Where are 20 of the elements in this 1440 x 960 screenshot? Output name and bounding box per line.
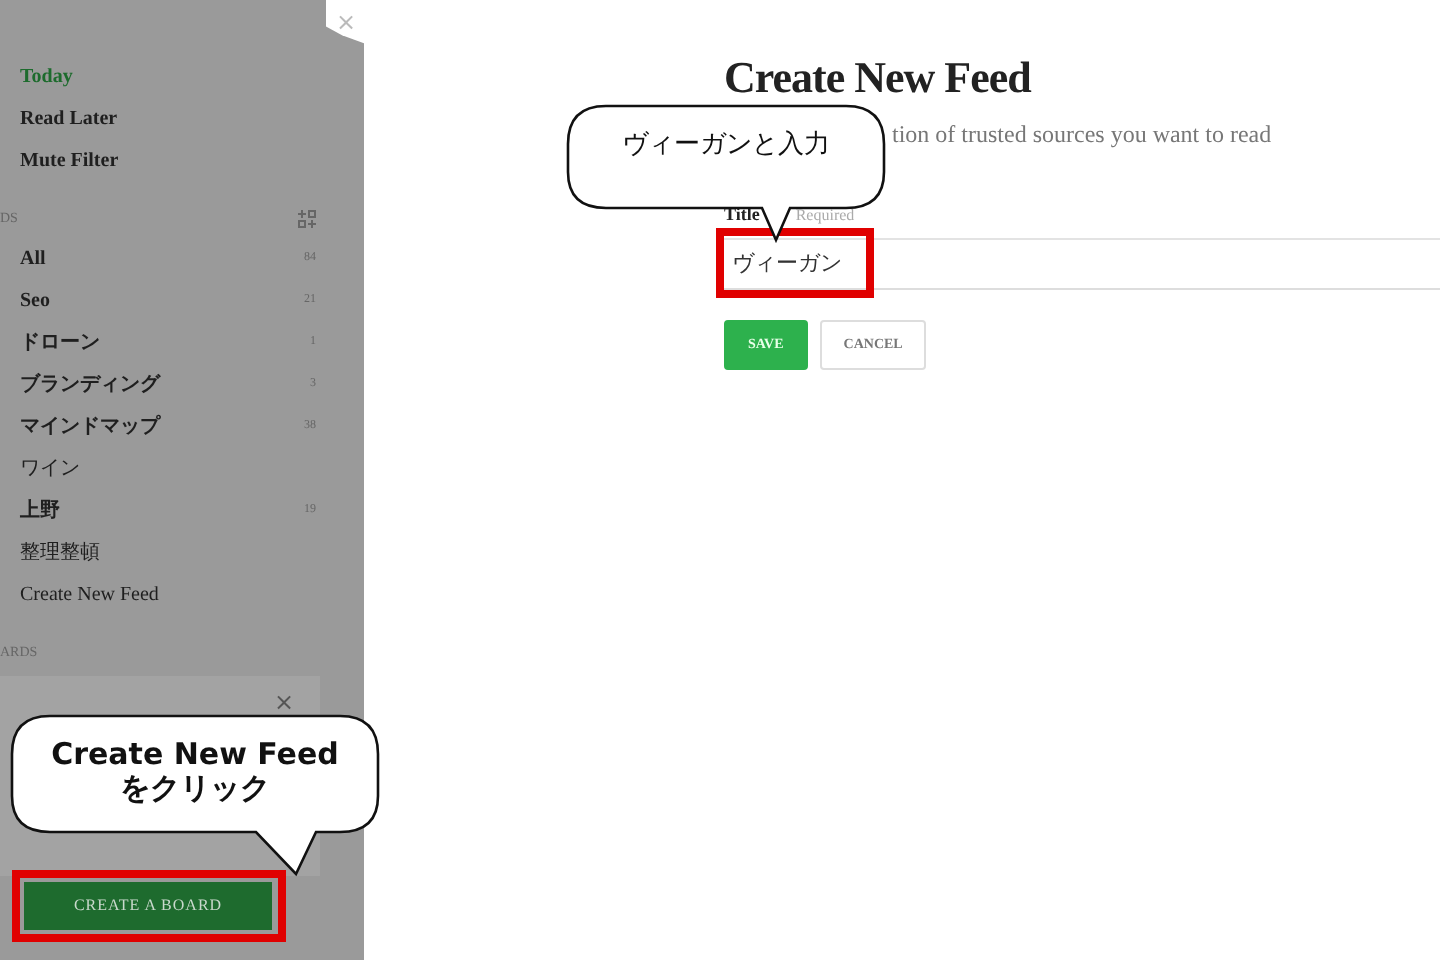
callout-text: Create New Feed をクリック — [49, 738, 341, 807]
feed-item[interactable]: 整理整頓 — [20, 538, 100, 568]
create-board-button[interactable]: CREATE A BOARD — [24, 882, 272, 930]
subtitle: tion of trusted sources you want to read — [892, 118, 1272, 153]
feed-item[interactable]: Seo — [20, 286, 50, 316]
feed-item[interactable]: ブランディング — [20, 370, 160, 400]
required-hint: Required — [795, 204, 855, 229]
page-heading: Create New Feed — [724, 52, 1034, 105]
feed-item[interactable]: ワイン — [20, 454, 80, 484]
feed-item[interactable]: ドローン — [20, 328, 100, 358]
sort-icon[interactable] — [298, 209, 316, 227]
feed-item[interactable]: マインドマップ — [20, 412, 160, 442]
feed-item[interactable]: 上野 — [20, 496, 60, 526]
close-button[interactable]: × — [274, 684, 295, 720]
feed-item[interactable]: All — [20, 244, 46, 274]
feed-item[interactable]: Create New Feed — [20, 580, 159, 610]
sidebar-item[interactable]: Read Later — [20, 104, 118, 134]
callout-text: ヴィーガンと入力 — [620, 132, 832, 162]
sidebar-item[interactable]: Mute Filter — [20, 146, 119, 176]
title-field[interactable]: ヴィーガン — [716, 228, 874, 299]
